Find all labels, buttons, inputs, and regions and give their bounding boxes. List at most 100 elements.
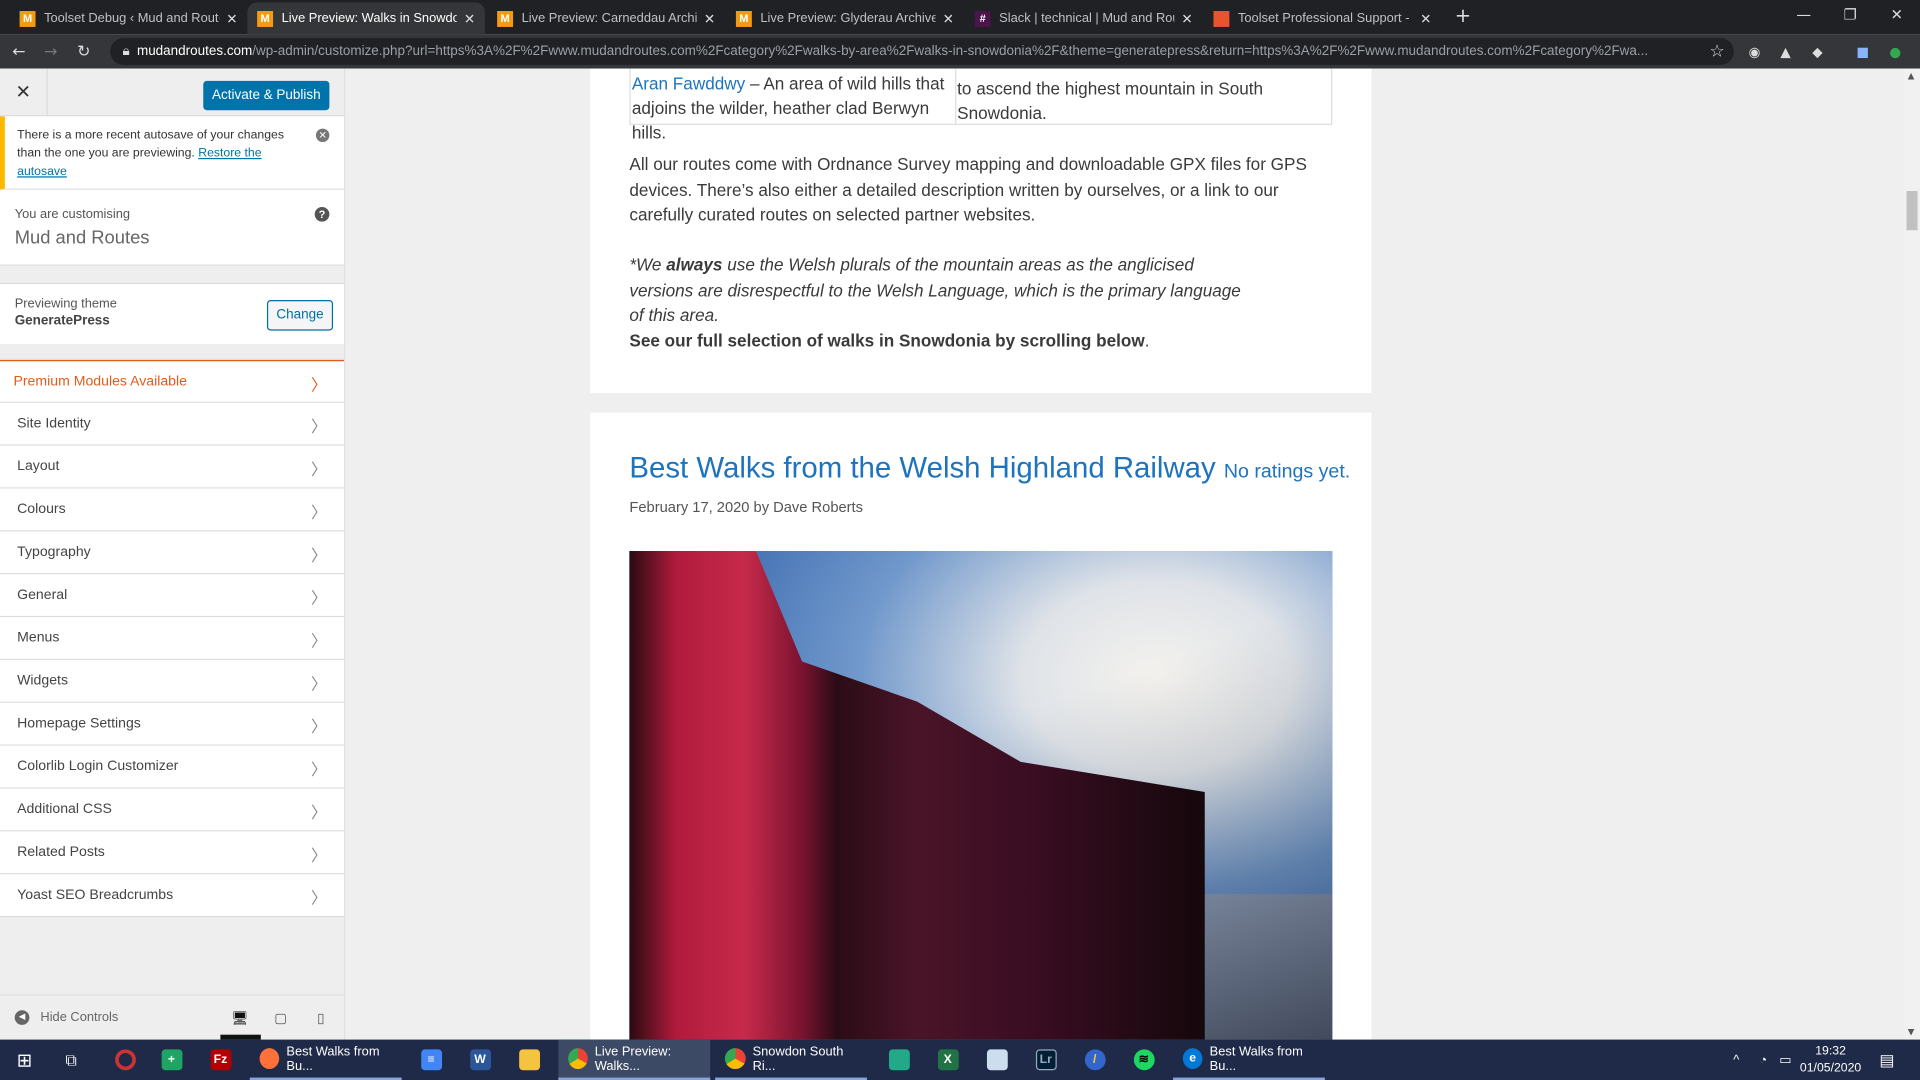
hide-controls-button[interactable]: Hide Controls: [40, 1010, 118, 1025]
browser-tab[interactable]: Toolset Professional Support - To ✕: [1204, 2, 1442, 34]
scrollbar-thumb[interactable]: [1906, 191, 1918, 231]
chevron-right-icon: 〉: [311, 888, 327, 908]
menu-item-typography[interactable]: Typography 〉: [0, 531, 345, 575]
preview-scrollbar[interactable]: ▲ ▼: [1904, 68, 1920, 1040]
extension-icon[interactable]: ■: [1856, 43, 1869, 59]
extension-icon[interactable]: ◉: [1749, 43, 1761, 59]
chevron-right-icon: 〉: [311, 588, 327, 608]
post-featured-image[interactable]: [629, 551, 1333, 1040]
scroll-up-icon[interactable]: ▲: [1908, 71, 1915, 81]
customizer-header: ✕ Activate & Publish: [0, 68, 345, 117]
menu-item-homepage-settings[interactable]: Homepage Settings 〉: [0, 702, 345, 746]
mobile-preview-icon[interactable]: ▯: [317, 1010, 324, 1026]
spotify-icon: ≋: [1133, 1049, 1155, 1071]
toolset-icon: [1213, 10, 1230, 27]
bookmark-star-icon[interactable]: ☆: [1709, 42, 1724, 62]
back-icon[interactable]: ←: [12, 42, 25, 60]
chrome-icon: [724, 1048, 746, 1069]
battery-icon[interactable]: ▭: [1776, 1040, 1796, 1080]
menu-item-menus[interactable]: Menus 〉: [0, 617, 345, 661]
desktop-preview-icon[interactable]: 🖥︎: [231, 1010, 248, 1026]
aran-fawddwy-link[interactable]: Aran Fawddwy: [632, 73, 745, 93]
app-icon[interactable]: Lr: [1026, 1040, 1065, 1080]
menu-item-widgets[interactable]: Widgets 〉: [0, 660, 345, 703]
intro-paragraph: All our routes come with Ordnance Survey…: [629, 154, 1307, 225]
notifications-icon[interactable]: ▤: [1873, 1040, 1900, 1080]
profile-icon[interactable]: ●: [1889, 43, 1901, 59]
new-tab-button[interactable]: +: [1455, 4, 1471, 27]
activate-publish-button[interactable]: Activate & Publish: [203, 80, 330, 111]
change-theme-button[interactable]: Change: [266, 300, 334, 331]
menu-item-related-posts[interactable]: Related Posts 〉: [0, 831, 345, 875]
scroll-down-icon[interactable]: ▼: [1908, 1027, 1915, 1037]
menu-item-colours[interactable]: Colours 〉: [0, 488, 345, 532]
dismiss-icon[interactable]: ✕: [315, 128, 330, 143]
taskbar-app-active[interactable]: Live Preview: Walks...: [558, 1039, 711, 1080]
close-tab-icon[interactable]: ✕: [226, 10, 237, 27]
browser-tab-active[interactable]: MLive Preview: Walks in Snowdonia✕: [247, 2, 485, 35]
help-icon[interactable]: ?: [314, 206, 330, 222]
post-title-link[interactable]: Best Walks from the Welsh Highland Railw…: [629, 452, 1215, 485]
app-icon-generic: /: [1084, 1049, 1106, 1071]
browser-tab[interactable]: MLive Preview: Carneddau Archives✕: [487, 2, 725, 34]
extension-icon[interactable]: ▲: [1780, 43, 1790, 59]
menu-item-layout[interactable]: Layout 〉: [0, 445, 345, 489]
url-bar[interactable]: 🔒︎ mudandroutes.com/wp-admin/customize.ph…: [110, 37, 1734, 65]
close-tab-icon[interactable]: ✕: [464, 10, 475, 27]
menu-item-general[interactable]: General 〉: [0, 574, 345, 618]
taskbar-app[interactable]: e Best Walks from Bu...: [1173, 1040, 1325, 1080]
chevron-right-icon: 〉: [311, 674, 327, 694]
close-tab-icon[interactable]: ✕: [1420, 10, 1431, 27]
lightroom-icon: Lr: [1035, 1049, 1057, 1071]
wifi-icon[interactable]: ◔: [1753, 1040, 1773, 1080]
browser-tab[interactable]: #Slack | technical | Mud and Routes✕: [965, 2, 1203, 34]
app-icon[interactable]: /: [1075, 1040, 1114, 1080]
menu-item-additional-css[interactable]: Additional CSS 〉: [0, 788, 345, 832]
extension-icon[interactable]: ◆: [1812, 43, 1822, 59]
close-window-icon[interactable]: ✕: [1873, 0, 1920, 34]
taskbar-app[interactable]: Best Walks from Bu...: [249, 1040, 402, 1080]
filezilla-icon: Fz: [210, 1049, 231, 1071]
taskbar-app[interactable]: Snowdon South Ri...: [715, 1040, 867, 1080]
app-icon[interactable]: ≡: [411, 1040, 450, 1080]
reload-icon[interactable]: ↻: [77, 42, 90, 60]
app-icon[interactable]: [879, 1040, 918, 1080]
chevron-right-icon: 〉: [311, 417, 327, 436]
mud-and-routes-icon: M: [497, 10, 514, 27]
app-icon[interactable]: [509, 1040, 548, 1080]
forward-icon[interactable]: →: [44, 42, 57, 60]
restore-icon[interactable]: ❐: [1827, 0, 1874, 34]
menu-item-yoast-breadcrumbs[interactable]: Yoast SEO Breadcrumbs 〉: [0, 874, 345, 918]
tablet-preview-icon[interactable]: ▢: [274, 1010, 287, 1026]
app-icon[interactable]: +: [152, 1040, 191, 1080]
post-rating: No ratings yet.: [1223, 461, 1351, 483]
start-button[interactable]: ⊞: [5, 1040, 44, 1080]
menu-item-colorlib-login[interactable]: Colorlib Login Customizer 〉: [0, 745, 345, 789]
app-icon[interactable]: [977, 1040, 1016, 1080]
autosave-notice: There is a more recent autosave of your …: [0, 116, 345, 190]
app-icon[interactable]: [105, 1040, 144, 1080]
browser-tab[interactable]: M Live Preview: Glyderau Archives | ✕: [726, 2, 964, 34]
file-explorer-icon: [518, 1049, 540, 1071]
post-meta: February 17, 2020 by Dave Roberts: [629, 498, 863, 516]
collapse-icon[interactable]: ◀: [14, 1010, 30, 1025]
browser-tab[interactable]: M Toolset Debug ‹ Mud and Routes ✕: [10, 2, 248, 34]
close-tab-icon[interactable]: ✕: [704, 10, 715, 27]
theme-info: Previewing theme GeneratePress Change: [0, 282, 345, 345]
minimize-icon[interactable]: —: [1780, 0, 1827, 34]
app-icon[interactable]: X: [928, 1040, 967, 1080]
app-icon[interactable]: ≋: [1124, 1040, 1163, 1080]
menu-item-premium-modules[interactable]: Premium Modules Available 〉: [0, 360, 345, 403]
system-clock[interactable]: 19:32 01/05/2020: [1800, 1043, 1861, 1077]
close-tab-icon[interactable]: ✕: [1181, 10, 1192, 27]
opera-icon: [114, 1049, 136, 1071]
close-customizer-button[interactable]: ✕: [0, 68, 48, 117]
menu-item-site-identity[interactable]: Site Identity 〉: [0, 402, 345, 446]
task-view-icon[interactable]: ⧉: [51, 1040, 90, 1080]
close-tab-icon[interactable]: ✕: [943, 10, 954, 27]
app-icon[interactable]: Fz: [201, 1040, 240, 1080]
app-icon[interactable]: W: [460, 1040, 499, 1080]
tray-chevron-icon[interactable]: ^: [1727, 1040, 1747, 1080]
chevron-right-icon: 〉: [311, 846, 327, 865]
table-cell: to ascend the highest mountain in South …: [957, 78, 1264, 123]
